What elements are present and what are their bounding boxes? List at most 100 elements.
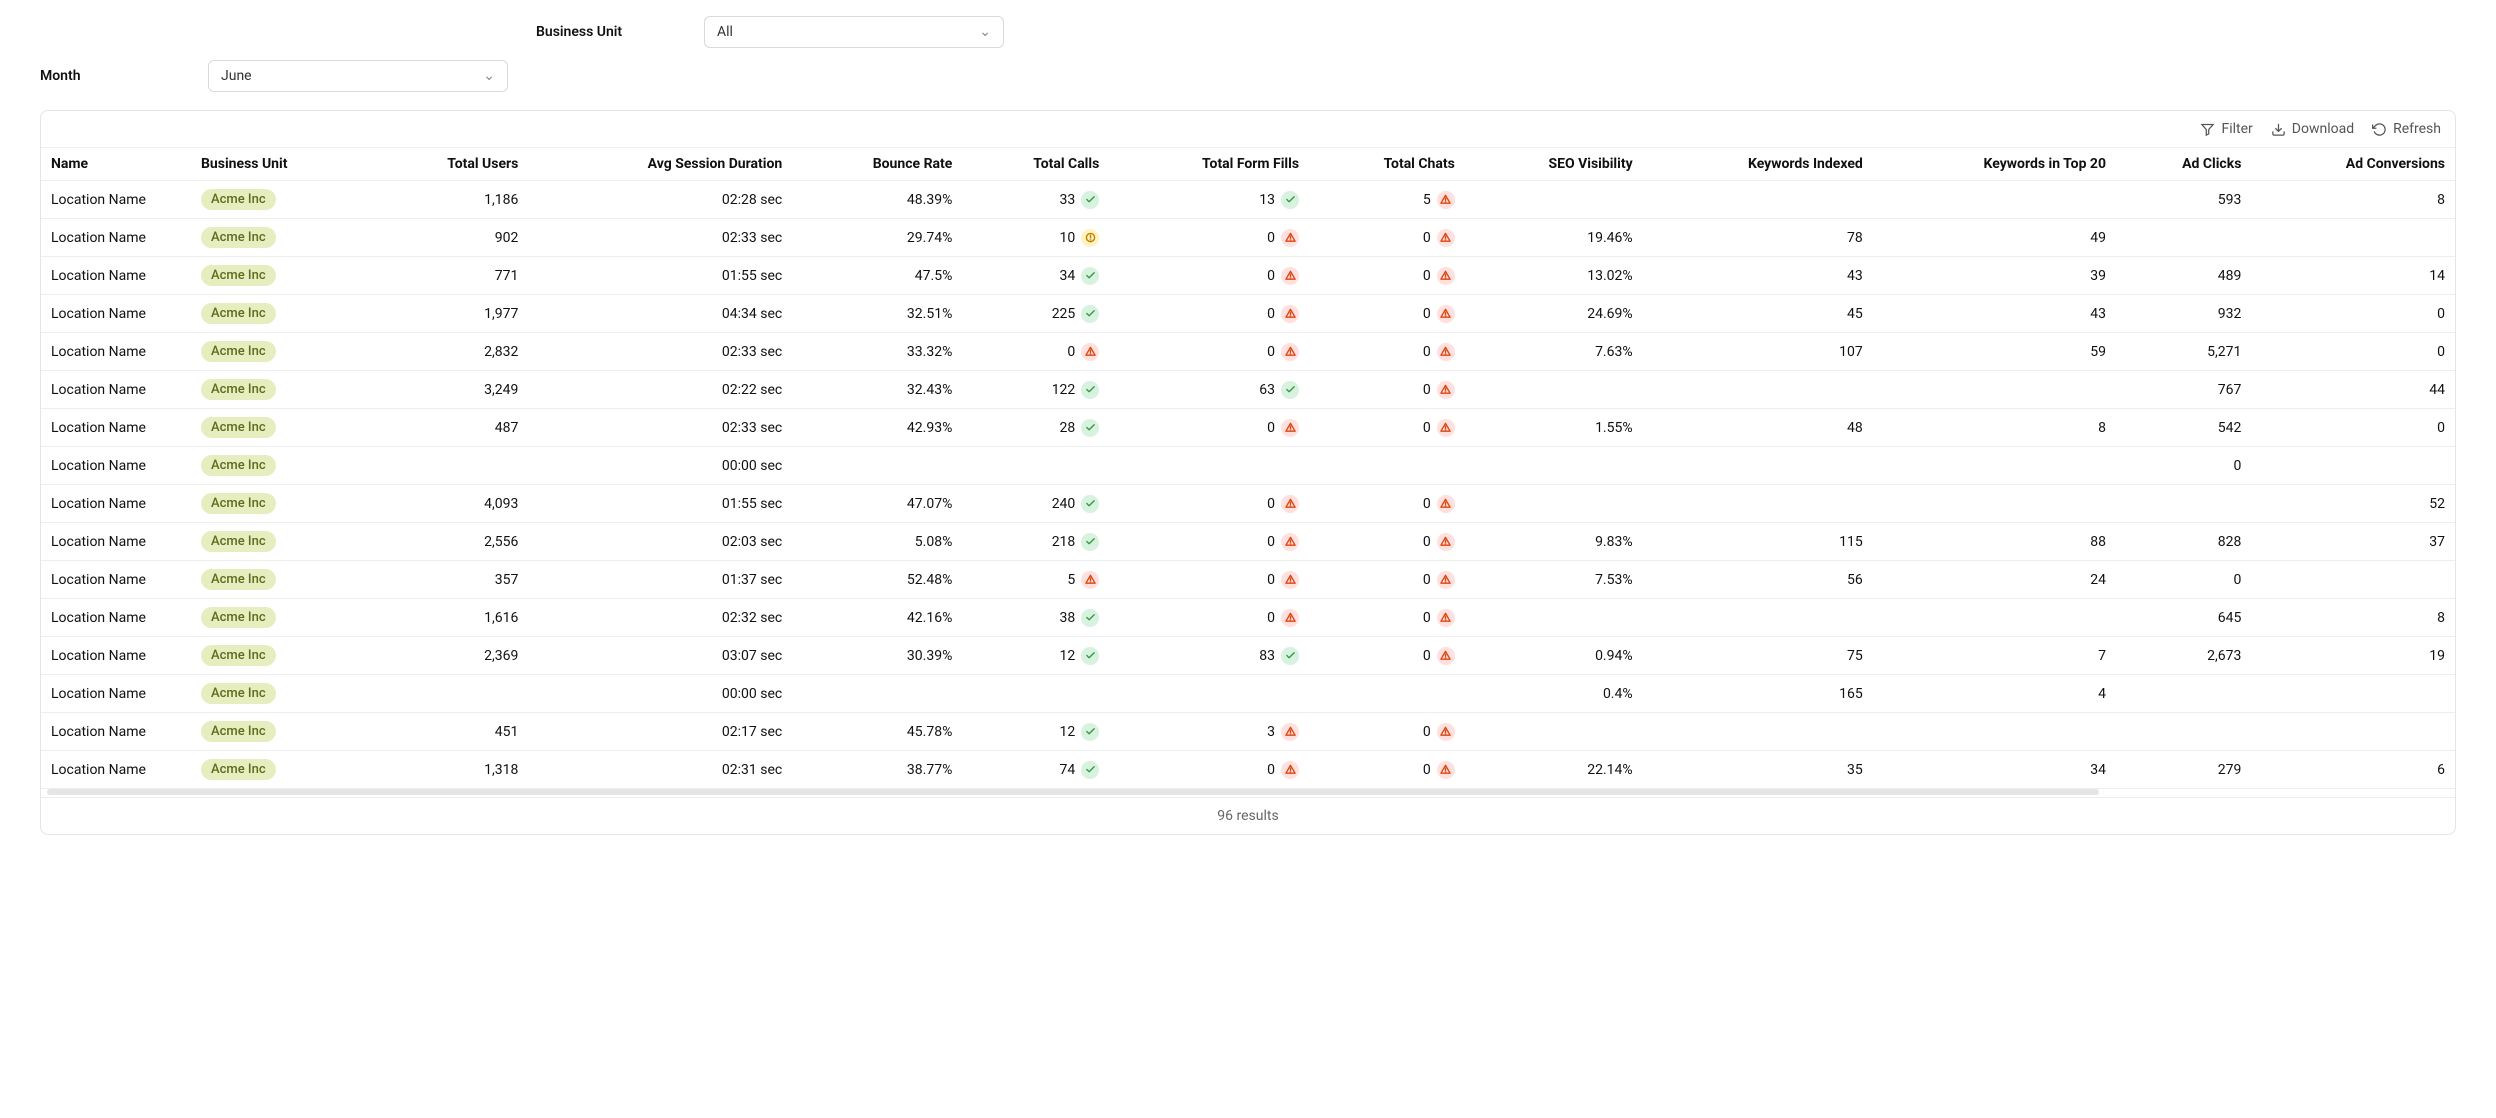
table-cell: 0	[1109, 257, 1309, 295]
table-cell: 03:07 sec	[528, 637, 792, 675]
business-unit-badge: Acme Inc	[201, 341, 276, 362]
warning-icon	[1081, 229, 1099, 247]
month-select[interactable]: June ⌄	[208, 60, 508, 92]
table-cell: 0	[962, 333, 1109, 371]
table-head: NameBusiness UnitTotal UsersAvg Session …	[41, 148, 2455, 181]
table-cell: 48.39%	[792, 181, 962, 219]
check-icon	[1081, 191, 1099, 209]
table-cell: 8	[1873, 409, 2116, 447]
column-header[interactable]: Avg Session Duration	[528, 148, 792, 181]
table-cell: Location Name	[41, 333, 191, 371]
table-cell: 00:00 sec	[528, 675, 792, 713]
table-cell: 0.4%	[1465, 675, 1643, 713]
table-cell: 0	[2116, 447, 2251, 485]
table-row[interactable]: Location NameAcme Inc00:00 sec0.4%1654	[41, 675, 2455, 713]
table-row[interactable]: Location NameAcme Inc2,83202:33 sec33.32…	[41, 333, 2455, 371]
horizontal-scrollbar[interactable]	[47, 789, 2099, 795]
table-cell: 00:00 sec	[528, 447, 792, 485]
table-row[interactable]: Location NameAcme Inc2,36903:07 sec30.39…	[41, 637, 2455, 675]
table-cell: 593	[2116, 181, 2251, 219]
alert-icon	[1281, 609, 1299, 627]
table-cell: 2,556	[373, 523, 529, 561]
column-header[interactable]: Business Unit	[191, 148, 373, 181]
table-row[interactable]: Location NameAcme Inc1,97704:34 sec32.51…	[41, 295, 2455, 333]
alert-icon	[1437, 267, 1455, 285]
table-cell: 37	[2251, 523, 2455, 561]
table-cell: 0	[2251, 409, 2455, 447]
table-cell: 43	[1873, 295, 2116, 333]
table-cell: 0	[1109, 599, 1309, 637]
table-cell: 0	[1109, 295, 1309, 333]
table-cell: 12	[962, 637, 1109, 675]
table-cell: 771	[373, 257, 529, 295]
business-unit-select[interactable]: All ⌄	[704, 16, 1004, 48]
table-cell: 8	[2251, 599, 2455, 637]
table-cell	[1643, 485, 1873, 523]
column-header[interactable]: Total Calls	[962, 148, 1109, 181]
alert-icon	[1437, 571, 1455, 589]
column-header[interactable]: Total Form Fills	[1109, 148, 1309, 181]
table-cell	[2116, 485, 2251, 523]
column-header[interactable]: Total Chats	[1309, 148, 1465, 181]
table-cell: 489	[2116, 257, 2251, 295]
table-cell: Acme Inc	[191, 181, 373, 219]
filter-button[interactable]: Filter	[2200, 121, 2252, 137]
column-header[interactable]: Total Users	[373, 148, 529, 181]
refresh-button[interactable]: Refresh	[2372, 121, 2441, 137]
column-header[interactable]: Ad Clicks	[2116, 148, 2251, 181]
check-icon	[1281, 191, 1299, 209]
table-toolbar: Filter Download Refresh	[41, 111, 2455, 148]
table-row[interactable]: Location NameAcme Inc2,55602:03 sec5.08%…	[41, 523, 2455, 561]
column-header[interactable]: Bounce Rate	[792, 148, 962, 181]
column-header[interactable]: Keywords in Top 20	[1873, 148, 2116, 181]
alert-icon	[1281, 267, 1299, 285]
table-cell: 34	[962, 257, 1109, 295]
table-cell: 357	[373, 561, 529, 599]
table-cell: Location Name	[41, 485, 191, 523]
table-row[interactable]: Location NameAcme Inc1,31802:31 sec38.77…	[41, 751, 2455, 789]
table-cell: Acme Inc	[191, 219, 373, 257]
alert-icon	[1437, 609, 1455, 627]
table-cell: 902	[373, 219, 529, 257]
alert-icon	[1081, 343, 1099, 361]
table-cell: 279	[2116, 751, 2251, 789]
check-icon	[1081, 419, 1099, 437]
business-unit-badge: Acme Inc	[201, 455, 276, 476]
table-row[interactable]: Location NameAcme Inc35701:37 sec52.48%5…	[41, 561, 2455, 599]
alert-icon	[1437, 381, 1455, 399]
table-cell: 5	[962, 561, 1109, 599]
table-cell: 0	[1309, 713, 1465, 751]
business-unit-badge: Acme Inc	[201, 379, 276, 400]
table-row[interactable]: Location NameAcme Inc90202:33 sec29.74%1…	[41, 219, 2455, 257]
table-row[interactable]: Location NameAcme Inc00:00 sec0	[41, 447, 2455, 485]
column-header[interactable]: Keywords Indexed	[1643, 148, 1873, 181]
column-header[interactable]: SEO Visibility	[1465, 148, 1643, 181]
table-row[interactable]: Location NameAcme Inc4,09301:55 sec47.07…	[41, 485, 2455, 523]
check-icon	[1081, 761, 1099, 779]
table-row[interactable]: Location NameAcme Inc45102:17 sec45.78%1…	[41, 713, 2455, 751]
table-cell: 42.16%	[792, 599, 962, 637]
table-cell: 14	[2251, 257, 2455, 295]
download-button[interactable]: Download	[2271, 121, 2354, 137]
table-row[interactable]: Location NameAcme Inc1,61602:32 sec42.16…	[41, 599, 2455, 637]
check-icon	[1281, 647, 1299, 665]
table-row[interactable]: Location NameAcme Inc77101:55 sec47.5%34…	[41, 257, 2455, 295]
table-cell: 7.63%	[1465, 333, 1643, 371]
column-header[interactable]: Ad Conversions	[2251, 148, 2455, 181]
table-cell: 02:31 sec	[528, 751, 792, 789]
table-cell: 5,271	[2116, 333, 2251, 371]
table-cell: 7	[1873, 637, 2116, 675]
table-cell: 240	[962, 485, 1109, 523]
table-cell	[1309, 447, 1465, 485]
business-unit-badge: Acme Inc	[201, 645, 276, 666]
table-scroll[interactable]: NameBusiness UnitTotal UsersAvg Session …	[41, 148, 2455, 789]
table-cell	[1465, 371, 1643, 409]
table-cell: Acme Inc	[191, 295, 373, 333]
table-row[interactable]: Location NameAcme Inc48702:33 sec42.93%2…	[41, 409, 2455, 447]
column-header[interactable]: Name	[41, 148, 191, 181]
table-row[interactable]: Location NameAcme Inc3,24902:22 sec32.43…	[41, 371, 2455, 409]
table-cell: 107	[1643, 333, 1873, 371]
table-cell: 28	[962, 409, 1109, 447]
table-cell: Acme Inc	[191, 409, 373, 447]
table-row[interactable]: Location NameAcme Inc1,18602:28 sec48.39…	[41, 181, 2455, 219]
